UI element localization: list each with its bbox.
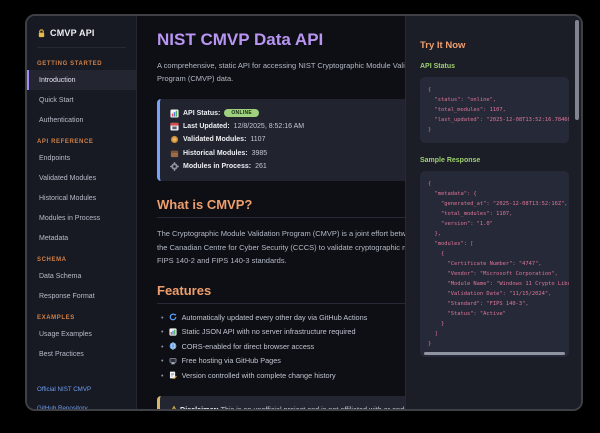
sidebar-heading-examples: EXAMPLES (27, 306, 136, 324)
last-updated-label: Last Updated: (183, 123, 230, 130)
app-title: CMVP API (50, 28, 95, 38)
sidebar: CMVP API GETTING STARTED Introduction Qu… (27, 16, 137, 409)
calendar-icon (170, 122, 179, 131)
validated-modules-value: 1107 (250, 136, 265, 143)
warning-icon (170, 405, 178, 409)
try-it-now-panel: Try It Now API Status { "status": "onlin… (405, 16, 581, 409)
globe-icon (169, 342, 178, 351)
app-logo: CMVP API (27, 28, 136, 38)
sidebar-item-response-format[interactable]: Response Format (27, 286, 136, 306)
main-content: NIST CMVP Data API A comprehensive, stat… (137, 16, 581, 409)
lock-icon (37, 29, 46, 38)
refresh-icon (169, 313, 178, 322)
memo-icon (169, 371, 178, 380)
sample-response-code-block: { "metadata": { "generated_at": "2025-12… (420, 171, 569, 357)
app-window: CMVP API GETTING STARTED Introduction Qu… (25, 14, 583, 411)
medal-icon (170, 135, 179, 144)
status-row-api-status: API Status: ONLINE (170, 107, 443, 120)
last-updated-value: 12/8/2025, 8:52:16 AM (234, 123, 304, 130)
sidebar-item-modules-in-process[interactable]: Modules in Process (27, 208, 136, 228)
bar-chart-icon (170, 109, 179, 118)
in-process-value: 261 (255, 163, 267, 170)
api-status-label: API Status: (183, 110, 220, 117)
horizontal-scrollbar[interactable] (424, 352, 565, 355)
historical-modules-value: 3985 (252, 150, 268, 157)
chart-icon (169, 327, 178, 336)
disclaimer-label: Disclaimer: (180, 405, 219, 409)
gear-icon (170, 162, 179, 171)
sidebar-item-data-schema[interactable]: Data Schema (27, 266, 136, 286)
try-it-now-heading: Try It Now (420, 40, 569, 51)
sidebar-heading-getting-started: GETTING STARTED (27, 52, 136, 70)
sidebar-external-links: Official NIST CMVP GitHub Repository (27, 380, 136, 409)
status-row-in-process: Modules in Process: 261 (170, 160, 443, 173)
sidebar-item-validated-modules[interactable]: Validated Modules (27, 168, 136, 188)
archive-box-icon (170, 149, 179, 158)
status-row-historical: Historical Modules: 3985 (170, 147, 443, 160)
historical-modules-label: Historical Modules: (183, 150, 248, 157)
sidebar-item-best-practices[interactable]: Best Practices (27, 344, 136, 364)
link-official-nist-cmvp[interactable]: Official NIST CMVP (27, 380, 136, 399)
sidebar-item-quick-start[interactable]: Quick Start (27, 90, 136, 110)
sidebar-item-usage-examples[interactable]: Usage Examples (27, 324, 136, 344)
sample-response-heading: Sample Response (420, 157, 569, 164)
vertical-scrollbar[interactable] (575, 20, 579, 120)
sidebar-item-metadata[interactable]: Metadata (27, 228, 136, 248)
desktop-icon (169, 356, 178, 365)
sidebar-heading-schema: SCHEMA (27, 248, 136, 266)
sidebar-item-authentication[interactable]: Authentication (27, 110, 136, 130)
status-row-last-updated: Last Updated: 12/8/2025, 8:52:16 AM (170, 120, 443, 133)
sidebar-item-endpoints[interactable]: Endpoints (27, 148, 136, 168)
api-status-code-heading: API Status (420, 63, 569, 70)
sidebar-divider (37, 47, 126, 48)
validated-modules-label: Validated Modules: (183, 136, 246, 143)
status-badge: ONLINE (224, 109, 259, 117)
status-row-validated: Validated Modules: 1107 (170, 133, 443, 146)
sidebar-item-historical-modules[interactable]: Historical Modules (27, 188, 136, 208)
api-status-code-block: { "status": "online", "total_modules": 1… (420, 77, 569, 143)
sidebar-item-introduction[interactable]: Introduction (27, 70, 136, 90)
in-process-label: Modules in Process: (183, 163, 251, 170)
link-github-repository[interactable]: GitHub Repository (27, 399, 136, 409)
sidebar-heading-api-reference: API REFERENCE (27, 130, 136, 148)
